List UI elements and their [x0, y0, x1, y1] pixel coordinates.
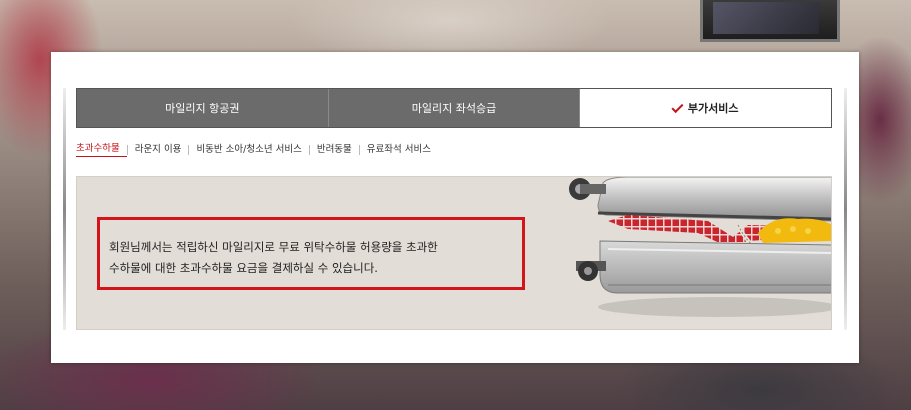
- card-rail-left: [63, 88, 66, 330]
- suitcase-illustration: [569, 177, 831, 317]
- sub-navigation: 초과수하물 라운지 이용 비동반 소아/청소년 서비스 반려동물 유료좌석 서비…: [76, 142, 438, 158]
- notice-line-2: 수하물에 대한 초과수하물 요금을 결제하실 수 있습니다.: [109, 261, 378, 275]
- notice-box: 회원님께서는 적립하신 마일리지로 무료 위탁수하물 허용량을 초과한 수하물에…: [97, 217, 525, 290]
- content-card: 마일리지 항공권 마일리지 좌석승급 부가서비스 초과수하물 라운지 이용 비동…: [51, 52, 859, 363]
- main-tabs: 마일리지 항공권 마일리지 좌석승급 부가서비스: [76, 88, 832, 128]
- check-icon: [671, 100, 684, 113]
- subnav-item-excess-baggage[interactable]: 초과수하물: [76, 143, 127, 157]
- tab-additional-services[interactable]: 부가서비스: [580, 89, 832, 127]
- tab-label: 부가서비스: [687, 102, 739, 115]
- service-panel: 회원님께서는 적립하신 마일리지로 무료 위탁수하물 허용량을 초과한 수하물에…: [76, 176, 832, 330]
- subnav-item-paid-seat[interactable]: 유료좌석 서비스: [358, 145, 438, 155]
- subnav-item-unaccompanied-minor[interactable]: 비동반 소아/청소년 서비스: [188, 145, 308, 155]
- notice-line-1: 회원님께서는 적립하신 마일리지로 무료 위탁수하물 허용량을 초과한: [109, 240, 438, 254]
- card-rail-right: [844, 88, 847, 330]
- subnav-item-lounge[interactable]: 라운지 이용: [126, 145, 189, 155]
- subnav-item-pets[interactable]: 반려동물: [308, 145, 359, 155]
- tab-mileage-upgrade[interactable]: 마일리지 좌석승급: [328, 89, 581, 127]
- seatback-screen: [700, 0, 840, 42]
- tab-label: 마일리지 항공권: [165, 102, 240, 115]
- tab-mileage-ticket[interactable]: 마일리지 항공권: [77, 89, 329, 127]
- tab-label: 마일리지 좌석승급: [411, 102, 497, 115]
